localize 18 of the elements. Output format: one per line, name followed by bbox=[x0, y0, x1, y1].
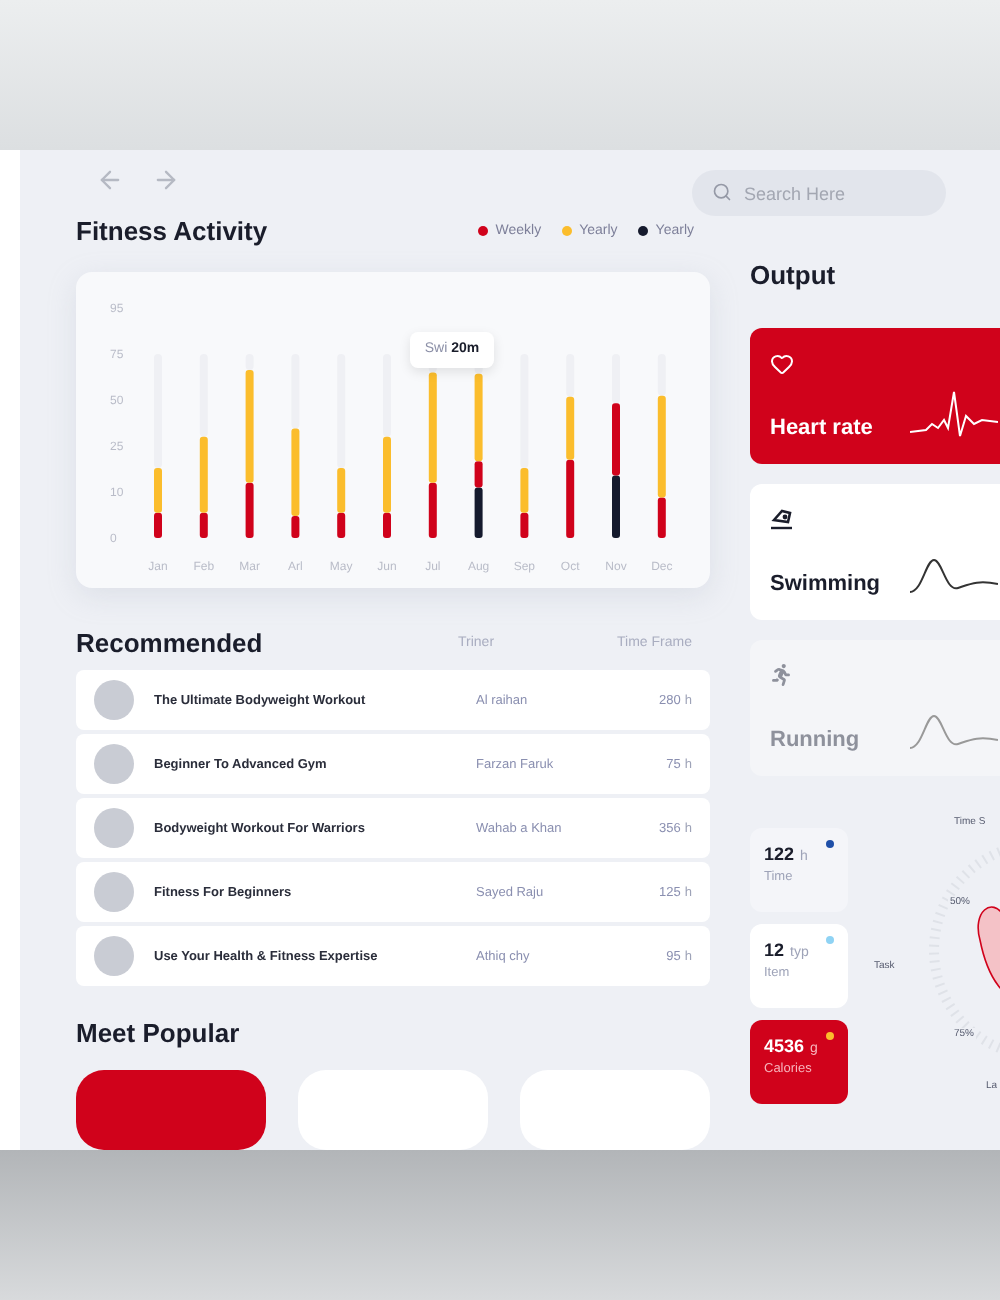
photo-placeholder bbox=[94, 744, 134, 785]
photo-placeholder bbox=[94, 680, 134, 721]
photo-placeholder bbox=[94, 936, 134, 977]
photo-placeholder bbox=[94, 872, 134, 913]
activity-card[interactable]: Swimming bbox=[750, 484, 1000, 620]
heart-icon bbox=[770, 352, 794, 376]
back-arrow-icon[interactable] bbox=[96, 165, 124, 194]
popular-card[interactable] bbox=[76, 1070, 266, 1150]
runner-icon bbox=[770, 664, 792, 686]
section-title: Output bbox=[750, 259, 836, 289]
section-title: Fitness Activity bbox=[76, 215, 268, 246]
search-field[interactable]: Search Here bbox=[692, 170, 946, 216]
activity-card[interactable]: Heart rate bbox=[750, 328, 1000, 464]
swimmer-icon bbox=[770, 508, 794, 530]
section-title: Meet Popular bbox=[76, 1017, 240, 1048]
photo-placeholder bbox=[94, 808, 134, 849]
section-title: Recommended bbox=[76, 628, 265, 659]
forward-arrow-icon[interactable] bbox=[152, 165, 180, 194]
